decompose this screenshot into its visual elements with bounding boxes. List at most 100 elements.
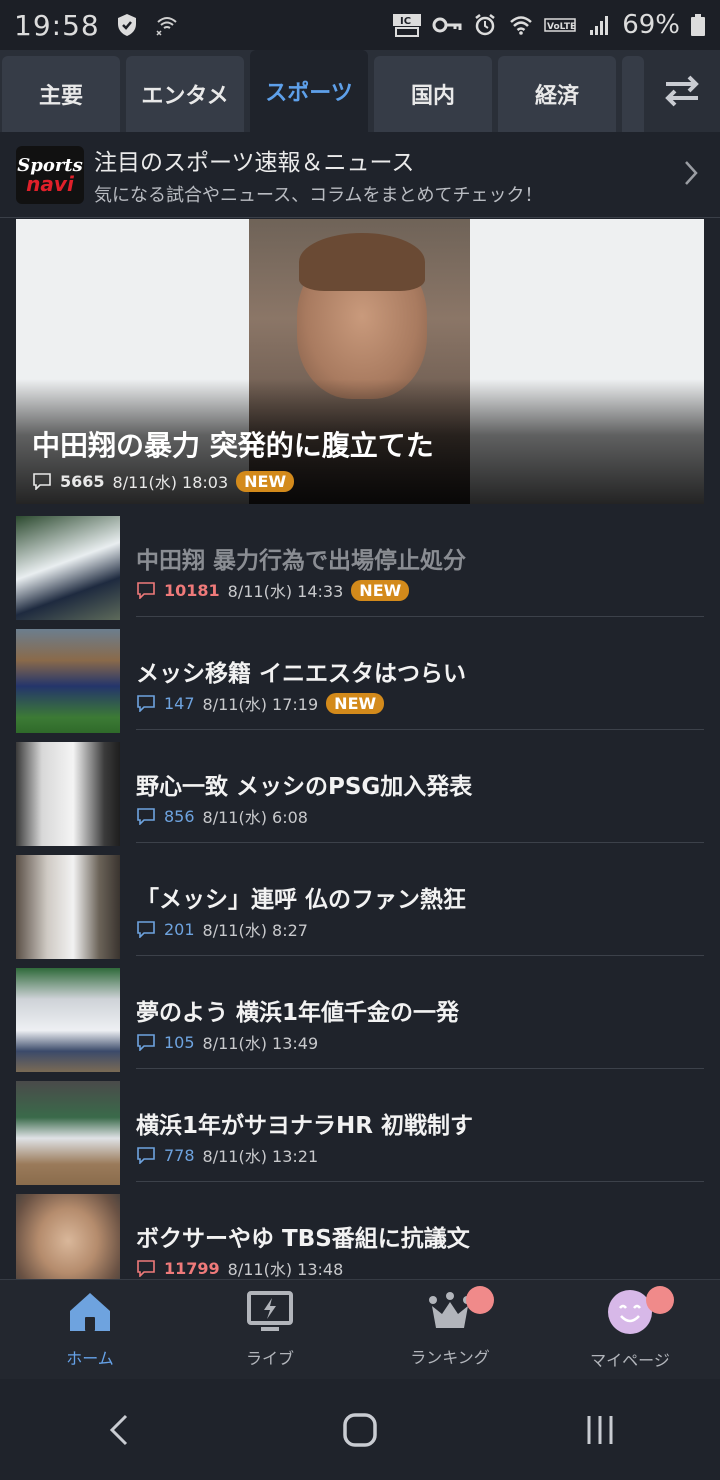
- tab-domestic[interactable]: 国内: [374, 56, 492, 132]
- article-thumbnail: [16, 629, 120, 733]
- svg-text:IC: IC: [400, 16, 411, 27]
- nav-mypage[interactable]: マイページ: [540, 1280, 720, 1380]
- article-list: 中田翔 暴力行為で出場停止処分 10181 8/11(水) 14:33 NEW …: [0, 504, 720, 1279]
- publish-date: 8/11(水) 8:27: [202, 921, 308, 940]
- alarm-icon: [472, 13, 498, 37]
- article-title: 夢のよう 横浜1年値千金の一発: [136, 1000, 460, 1026]
- signal-icon: [586, 13, 612, 37]
- comment-icon: [136, 1259, 156, 1278]
- tab-overflow[interactable]: [622, 56, 644, 132]
- logo-line2: navi: [26, 171, 74, 196]
- article-meta: 201 8/11(水) 8:27: [136, 917, 308, 941]
- nav-label: マイページ: [590, 1351, 670, 1370]
- home-icon: [68, 1291, 112, 1337]
- volte-icon: VoLTE: [544, 13, 576, 37]
- list-item[interactable]: 「メッシ」連呼 仏のファン熱狂 201 8/11(水) 8:27: [0, 843, 720, 959]
- new-badge: NEW: [326, 692, 385, 714]
- list-item[interactable]: メッシ移籍 イニエスタはつらい 147 8/11(水) 17:19 NEW: [0, 617, 720, 733]
- ic-card-icon: IC: [392, 13, 422, 37]
- article-title: ボクサーやゆ TBS番組に抗議文: [136, 1226, 470, 1252]
- list-item[interactable]: 野心一致 メッシのPSG加入発表 856 8/11(水) 6:08: [0, 730, 720, 846]
- article-thumbnail: [16, 742, 120, 846]
- comment-icon: [136, 1033, 156, 1052]
- comment-icon: [32, 472, 52, 491]
- new-badge: NEW: [351, 579, 410, 601]
- publish-date: 8/11(水) 14:33: [227, 582, 344, 601]
- comment-count: 147: [164, 693, 195, 713]
- tab-reorder-button[interactable]: [644, 50, 720, 132]
- article-thumbnail: [16, 968, 120, 1072]
- system-nav-bar: [0, 1379, 720, 1480]
- hero-title: 中田翔の暴力 突発的に腹立てた: [32, 429, 434, 462]
- article-meta: 856 8/11(水) 6:08: [136, 804, 308, 828]
- promo-title: 注目のスポーツ速報＆ニュース: [94, 149, 415, 176]
- comment-count: 856: [164, 806, 195, 826]
- sportsnavi-promo-banner[interactable]: Sports navi 注目のスポーツ速報＆ニュース 気になる試合やニュース、コ…: [0, 132, 720, 218]
- battery-icon: [690, 13, 706, 37]
- key-icon: [432, 13, 462, 37]
- tab-main[interactable]: 主要: [2, 56, 120, 132]
- nav-live[interactable]: ライブ: [180, 1280, 360, 1380]
- notification-dot: [646, 1286, 674, 1314]
- list-item[interactable]: 横浜1年がサヨナラHR 初戦制す 778 8/11(水) 13:21: [0, 1069, 720, 1185]
- category-tabs: 主要 エンタメ スポーツ 国内 経済: [0, 50, 720, 132]
- publish-date: 8/11(水) 13:49: [202, 1034, 319, 1053]
- article-thumbnail: [16, 516, 120, 620]
- hero-meta: 5665 8/11(水) 18:03 NEW: [32, 469, 295, 493]
- wifi-icon: [508, 13, 534, 37]
- recent-apps-icon[interactable]: [580, 1410, 620, 1450]
- article-meta: 11799 8/11(水) 13:48: [136, 1256, 343, 1279]
- article-title: 横浜1年がサヨナラHR 初戦制す: [136, 1113, 473, 1139]
- publish-date: 8/11(水) 13:21: [202, 1147, 319, 1166]
- tab-sports[interactable]: スポーツ: [250, 50, 368, 132]
- live-tv-icon: [247, 1291, 293, 1337]
- list-item[interactable]: 中田翔 暴力行為で出場停止処分 10181 8/11(水) 14:33 NEW: [0, 504, 720, 620]
- new-badge: NEW: [236, 470, 295, 492]
- comment-count: 201: [164, 919, 195, 939]
- comment-count: 10181: [164, 580, 220, 600]
- home-button-icon[interactable]: [340, 1410, 380, 1450]
- status-bar: 19:58 IC VoLTE 69%: [0, 0, 720, 50]
- comment-icon: [136, 1146, 156, 1165]
- nav-ranking[interactable]: ランキング: [360, 1280, 540, 1380]
- tab-label: スポーツ: [265, 81, 353, 106]
- article-title: 中田翔 暴力行為で出場停止処分: [136, 548, 467, 574]
- nav-home[interactable]: ホーム: [0, 1280, 180, 1380]
- article-thumbnail: [16, 1194, 120, 1279]
- comment-icon: [136, 581, 156, 600]
- comment-icon: [136, 694, 156, 713]
- battery-percent: 69%: [622, 10, 680, 40]
- hero-article[interactable]: 中田翔の暴力 突発的に腹立てた 5665 8/11(水) 18:03 NEW: [16, 219, 704, 504]
- article-title: 「メッシ」連呼 仏のファン熱狂: [136, 887, 467, 913]
- comment-count: 778: [164, 1145, 195, 1165]
- promo-subtitle: 気になる試合やニュース、コラムをまとめてチェック！: [94, 184, 543, 206]
- comment-icon: [136, 807, 156, 826]
- sportsnavi-logo: Sports navi: [16, 145, 84, 204]
- comment-count: 5665: [60, 471, 105, 491]
- article-thumbnail: [16, 855, 120, 959]
- article-meta: 10181 8/11(水) 14:33 NEW: [136, 578, 410, 602]
- tab-economy[interactable]: 経済: [498, 56, 616, 132]
- tab-label: エンタメ: [141, 84, 229, 109]
- back-icon[interactable]: [100, 1410, 140, 1450]
- shield-icon: [114, 13, 140, 37]
- article-title: 野心一致 メッシのPSG加入発表: [136, 774, 473, 800]
- svg-text:VoLTE: VoLTE: [547, 22, 576, 32]
- article-meta: 778 8/11(水) 13:21: [136, 1143, 318, 1167]
- publish-date: 8/11(水) 17:19: [202, 695, 319, 714]
- bottom-nav: ホーム ライブ ランキング マイページ: [0, 1279, 720, 1379]
- comment-count: 105: [164, 1032, 195, 1052]
- tab-label: 経済: [534, 84, 579, 109]
- list-item[interactable]: ボクサーやゆ TBS番組に抗議文 11799 8/11(水) 13:48: [0, 1182, 720, 1279]
- publish-date: 8/11(水) 18:03: [112, 473, 229, 492]
- publish-date: 8/11(水) 6:08: [202, 808, 308, 827]
- tab-entertainment[interactable]: エンタメ: [126, 56, 244, 132]
- swap-arrows-icon: [662, 73, 702, 109]
- publish-date: 8/11(水) 13:48: [227, 1260, 344, 1279]
- comment-icon: [136, 920, 156, 939]
- status-time: 19:58: [14, 8, 100, 42]
- list-item[interactable]: 夢のよう 横浜1年値千金の一発 105 8/11(水) 13:49: [0, 956, 720, 1072]
- article-meta: 105 8/11(水) 13:49: [136, 1030, 318, 1054]
- nav-label: ランキング: [410, 1348, 490, 1367]
- article-title: メッシ移籍 イニエスタはつらい: [136, 661, 467, 687]
